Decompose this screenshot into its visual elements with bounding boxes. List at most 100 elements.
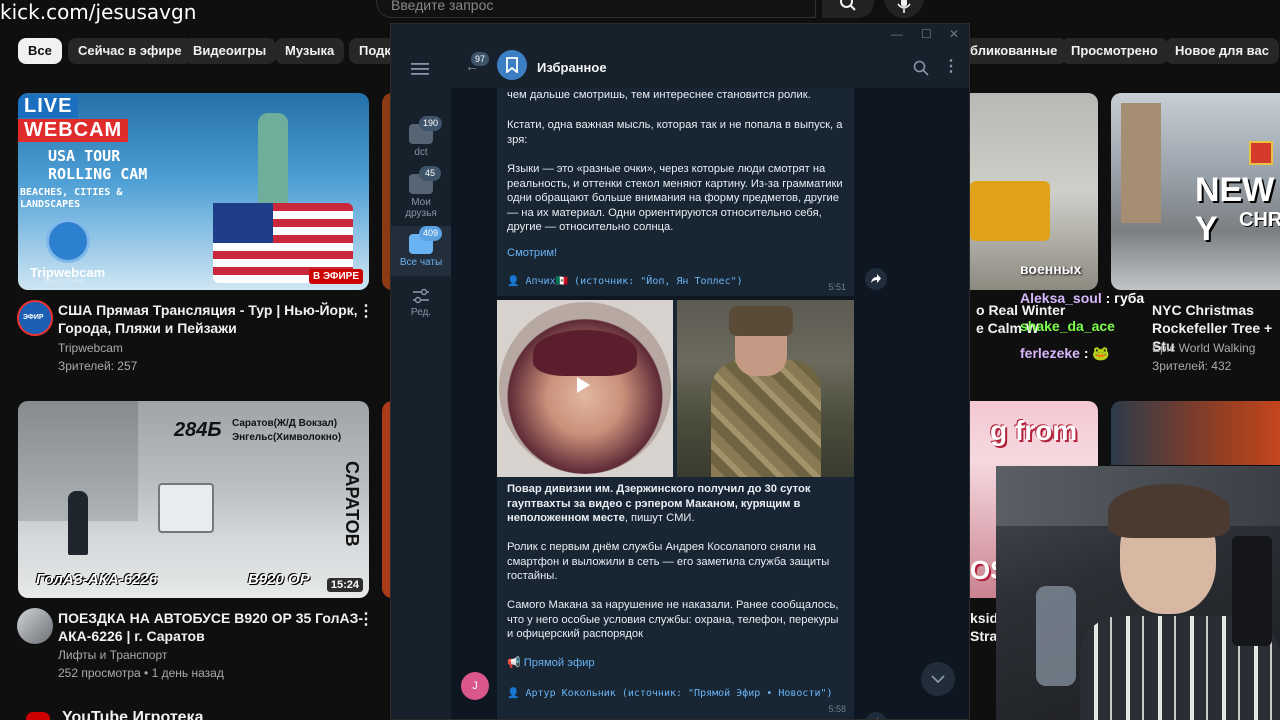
- folder-friends[interactable]: 45 Мои друзья: [391, 166, 451, 226]
- video-viewers: Зрителей: 257: [58, 359, 138, 373]
- video-title-line2: Города, Пляжи и Пейзажи: [58, 320, 237, 336]
- globe-icon: [46, 219, 90, 263]
- stream-url-overlay: kick.com/jesusavgn: [0, 0, 197, 24]
- video-channel[interactable]: Tripwebcam: [58, 340, 123, 356]
- video-title-bus[interactable]: ПОЕЗДКА НА АВТОБУСЕ В920 ОР 35 ГолАЗ- АК…: [58, 609, 363, 645]
- chat-text: губа: [1114, 290, 1145, 306]
- search-button[interactable]: [822, 0, 874, 18]
- source-text[interactable]: Апчих🇲🇽 (источник: "Йоп, Ян Топлес"): [525, 276, 742, 287]
- video-circle-media[interactable]: [497, 300, 673, 477]
- message-link-row: 📢 Прямой эфир: [507, 656, 847, 671]
- photo-media[interactable]: [677, 300, 854, 477]
- section-title: YouTube Игротека: [62, 709, 204, 720]
- folders-sidebar: 190 dct 45 Мои друзья 409 Все чаты Ред.: [391, 46, 451, 719]
- search-icon[interactable]: [913, 60, 929, 76]
- headline-tail: , пишут СМИ.: [624, 512, 695, 525]
- video-channel[interactable]: Epic World Walking: [1152, 340, 1255, 356]
- chat-emote: 🐸: [1092, 345, 1110, 361]
- bus-model: ГолАЗ-АКА-6226: [36, 571, 158, 588]
- forward-button[interactable]: [865, 268, 887, 290]
- forward-button[interactable]: [865, 712, 887, 719]
- side-city-label: САРАТОВ: [342, 461, 362, 547]
- video-thumbnail-winter-bus[interactable]: военных: [970, 93, 1098, 290]
- video-thumbnail-nyc-christmas[interactable]: NEW Y CHRIS: [1111, 93, 1280, 290]
- message-time: 5:58: [828, 704, 846, 714]
- channel-avatar-tripwebcam[interactable]: ЭФИР: [17, 300, 53, 336]
- stream-chat-message: Aleksa_soul : губа: [1020, 290, 1144, 306]
- message-list[interactable]: чем дальше смотришь, тем интереснее стан…: [451, 88, 969, 719]
- chat-separator: :: [1079, 345, 1093, 361]
- video-thumbnail-red[interactable]: [1111, 401, 1280, 465]
- ushanka-hat: [729, 306, 793, 336]
- streamer-webcam: [996, 466, 1280, 720]
- bookmark-icon: [506, 57, 518, 73]
- chip-games[interactable]: Видеоигры: [183, 38, 277, 64]
- voice-search-button[interactable]: [884, 0, 924, 18]
- video-title-line1: США Прямая Трансляция - Тур | Нью-Йорк,: [58, 302, 358, 318]
- youtube-gaming-icon: [26, 712, 50, 720]
- thumb-sub4: LANDSCAPES: [20, 199, 81, 210]
- gift-icon: [1249, 141, 1273, 165]
- chip-watched[interactable]: Просмотрено: [1061, 38, 1168, 64]
- message-bubble[interactable]: чем дальше смотришь, тем интереснее стан…: [497, 88, 854, 296]
- user-avatar[interactable]: J: [461, 672, 489, 700]
- chip-recent[interactable]: бликованные: [960, 38, 1068, 64]
- chip-all[interactable]: Все: [18, 38, 62, 64]
- video-title-partial[interactable]: ksid Stra: [970, 609, 998, 645]
- message-link[interactable]: Смотрим!: [507, 246, 847, 261]
- thumb-sub3: BEACHES, CITIES &: [20, 187, 123, 198]
- message-link[interactable]: Прямой эфир: [524, 657, 595, 669]
- chip-new-for-you[interactable]: Новое для вас: [1165, 38, 1279, 64]
- channel-avatar-transport[interactable]: [17, 608, 53, 644]
- video-channel[interactable]: Лифты и Транспорт: [58, 647, 167, 663]
- side-city-text: САРАТОВ: [336, 461, 366, 581]
- route-text1: Саратов(Ж/Д Вокзал): [232, 418, 338, 429]
- scroll-down-button[interactable]: [921, 662, 955, 696]
- thumb-live-label: LIVE: [18, 95, 79, 118]
- minimize-button[interactable]: —: [891, 27, 903, 41]
- folder-label-line2: друзья: [405, 208, 437, 219]
- menu-button[interactable]: [411, 62, 429, 81]
- more-options-icon[interactable]: ⋮: [358, 301, 374, 321]
- thumb-pink-text: g from: [990, 415, 1078, 446]
- megaphone-icon: 📢: [507, 657, 524, 669]
- video-title-line1: ПОЕЗДКА НА АВТОБУСЕ В920 ОР 35 ГолАЗ-: [58, 610, 364, 626]
- folder-edit[interactable]: Ред.: [391, 288, 451, 328]
- source-text[interactable]: Артур Кокольник (источник: "Прямой Эфир …: [525, 688, 832, 699]
- back-unread-badge: 97: [471, 52, 490, 66]
- search-placeholder: Введите запрос: [391, 0, 494, 13]
- microphone-arm: [1036, 586, 1076, 686]
- video-thumbnail-usa-tour[interactable]: LIVE WEBCAM USA TOUR ROLLING CAM BEACHES…: [18, 93, 369, 290]
- maximize-button[interactable]: ☐: [921, 27, 932, 41]
- statue-illustration: [258, 113, 288, 203]
- beret-illustration: [533, 330, 637, 376]
- thumb-sub2: ROLLING CAM: [48, 165, 148, 183]
- more-menu-icon[interactable]: ⋮: [943, 56, 959, 76]
- telegram-window: — ☐ ✕ 190 dct 45 Мои друзья 409 Все чаты…: [390, 23, 970, 720]
- message-text-line: чем дальше смотришь, тем интереснее стан…: [507, 89, 811, 101]
- video-thumbnail-bus[interactable]: 284Б Саратов(Ж/Д Вокзал) Энгельс(Химволо…: [18, 401, 369, 598]
- person-icon: 👤: [507, 688, 526, 699]
- search-input[interactable]: Введите запрос: [376, 0, 816, 18]
- video-views: 252 просмотра • 1 день назад: [58, 666, 224, 680]
- unread-badge: 409: [419, 226, 443, 241]
- bus-illustration: [158, 483, 214, 533]
- video-title-usa-tour[interactable]: США Прямая Трансляция - Тур | Нью-Йорк, …: [58, 301, 358, 337]
- close-button[interactable]: ✕: [949, 27, 959, 41]
- play-icon[interactable]: [575, 376, 591, 399]
- message-paragraph: Языки — это «разные очки», через которые…: [507, 163, 843, 234]
- building-illustration: [1121, 103, 1161, 223]
- chip-live[interactable]: Сейчас в эфире: [68, 38, 192, 64]
- message-source: 👤 Апчих🇲🇽 (источник: "Йоп, Ян Топлес"): [507, 274, 847, 290]
- folder-label: Все чаты: [399, 257, 443, 268]
- more-options-icon[interactable]: ⋮: [358, 609, 374, 629]
- chip-music[interactable]: Музыка: [275, 38, 345, 64]
- saved-messages-avatar[interactable]: [497, 50, 527, 80]
- video-viewers: Зрителей: 432: [1152, 359, 1232, 373]
- message-bubble[interactable]: Повар дивизии им. Дзержинского получил д…: [497, 300, 854, 719]
- message-paragraph: Самого Макана за нарушение не наказали. …: [507, 599, 839, 641]
- video-title-line2: Stra: [970, 628, 998, 644]
- folder-all-chats[interactable]: 409 Все чаты: [391, 226, 451, 276]
- forward-icon: [871, 274, 881, 283]
- chat-title[interactable]: Избранное: [537, 60, 607, 75]
